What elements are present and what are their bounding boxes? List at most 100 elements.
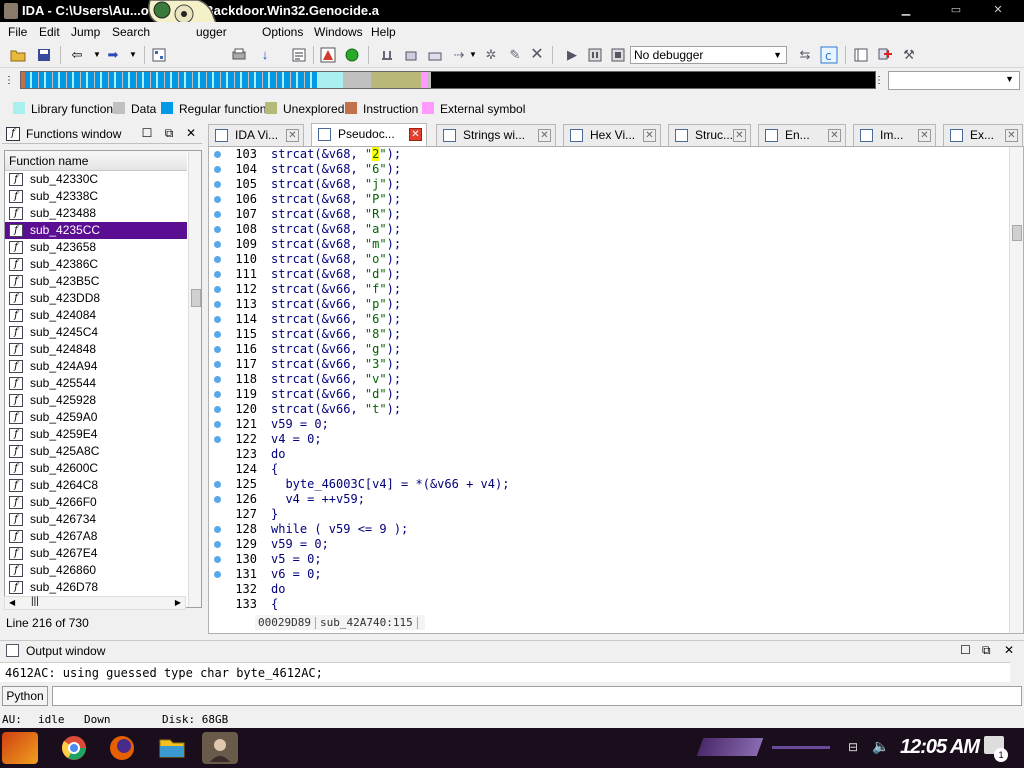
breakpoint-dot[interactable] [214,196,221,203]
warning-icon[interactable] [319,46,337,64]
functions-vertical-scrollbar[interactable] [188,151,201,607]
segment-select[interactable]: ▼ [888,71,1020,90]
code-line[interactable]: 120 strcat(&v66, "t"); [209,402,1009,417]
breakpoint-dot[interactable] [214,541,221,548]
save-icon[interactable] [35,46,53,64]
command-input[interactable] [52,686,1022,706]
close-tab-icon[interactable]: ✕ [286,129,299,142]
breakpoint-dot[interactable] [214,166,221,173]
firefox-icon[interactable] [104,732,140,764]
minimize-button[interactable]: ▁ [888,2,924,18]
start-button[interactable] [2,732,38,764]
chrome-icon[interactable] [56,732,92,764]
code-line[interactable]: 121 v59 = 0; [209,417,1009,432]
tab-strings[interactable]: Strings wi... ✕ [436,124,556,146]
function-row[interactable]: f sub_4235CC [5,222,187,239]
back-arrow-icon[interactable]: ⇦ [68,46,86,64]
function-row[interactable]: f sub_426860 [5,562,187,579]
breakpoint-dot[interactable] [214,421,221,428]
function-row[interactable]: f sub_42386C [5,256,187,273]
file-explorer-icon[interactable] [154,732,190,764]
breakpoint-dot[interactable] [214,481,221,488]
function-row[interactable]: f sub_424A94 [5,358,187,375]
code-line[interactable]: 122 v4 = 0; [209,432,1009,447]
forward-arrow-icon[interactable]: ➡ [104,46,122,64]
close-panel-icon[interactable]: ✕ [184,126,198,140]
network-icon[interactable]: ⊟ [848,740,858,754]
navigation-band[interactable] [20,71,876,89]
restore-panel-icon[interactable]: ☐ [140,126,154,140]
code-vertical-scrollbar[interactable] [1009,147,1023,633]
function-row[interactable]: f sub_4267A8 [5,528,187,545]
close-tab-icon[interactable]: ✕ [409,128,422,141]
functions-horizontal-scrollbar[interactable]: ◀ ||| ▶ [4,596,186,610]
function-row[interactable]: f sub_42600C [5,460,187,477]
code-line[interactable]: 113 strcat(&v66, "p"); [209,297,1009,312]
breakpoint-dot[interactable] [214,211,221,218]
code-line[interactable]: 112 strcat(&v66, "f"); [209,282,1009,297]
code-line[interactable]: 124 { [209,462,1009,477]
forward-dropdown-icon[interactable]: ▼ [124,46,142,64]
breakpoint-dot[interactable] [214,241,221,248]
struct-tool-icon[interactable] [402,46,420,64]
function-row[interactable]: f sub_424848 [5,341,187,358]
code-line[interactable]: 105 strcat(&v68, "j"); [209,177,1009,192]
float-panel-icon[interactable]: ⧉ [982,643,991,658]
close-tab-icon[interactable]: ✕ [643,129,656,142]
menu-options[interactable]: Options [262,25,303,39]
breakpoint-dot[interactable] [214,226,221,233]
function-row[interactable]: f sub_425544 [5,375,187,392]
breakpoint-dot[interactable] [214,556,221,563]
function-row[interactable]: f sub_42330C [5,171,187,188]
function-row[interactable]: f sub_42338C [5,188,187,205]
xref-dropdown-icon[interactable]: ▼ [464,46,482,64]
pause-debug-icon[interactable] [586,46,604,64]
tab-structures[interactable]: Struc... ✕ [668,124,751,146]
breakpoint-dot[interactable] [214,496,221,503]
function-row[interactable]: f sub_4267E4 [5,545,187,562]
code-line[interactable]: 123 do [209,447,1009,462]
close-button[interactable]: ✕ [980,2,1016,18]
breakpoint-dot[interactable] [214,286,221,293]
code-line[interactable]: 115 strcat(&v66, "8"); [209,327,1009,342]
menu-file[interactable]: File [8,25,27,39]
stop-debug-icon[interactable] [609,46,627,64]
close-tab-icon[interactable]: ✕ [733,129,746,142]
code-line[interactable]: 116 strcat(&v66, "g"); [209,342,1009,357]
tab-imports[interactable]: Im... ✕ [853,124,936,146]
code-line[interactable]: 129 v59 = 0; [209,537,1009,552]
tab-enums[interactable]: En... ✕ [758,124,846,146]
function-tool-icon[interactable] [378,46,396,64]
code-line[interactable]: 107 strcat(&v68, "R"); [209,207,1009,222]
function-row[interactable]: f sub_4266F0 [5,494,187,511]
function-row[interactable]: f sub_423B5C [5,273,187,290]
code-line[interactable]: 131 v6 = 0; [209,567,1009,582]
code-line[interactable]: 133 { [209,597,1009,612]
code-line[interactable]: 132 do [209,582,1009,597]
breakpoint-dot[interactable] [214,436,221,443]
breakpoint-dot[interactable] [214,526,221,533]
function-row[interactable]: f sub_4259E4 [5,426,187,443]
print-icon[interactable] [230,46,248,64]
code-line[interactable]: 118 strcat(&v66, "v"); [209,372,1009,387]
function-row[interactable]: f sub_4259A0 [5,409,187,426]
breakpoint-dot[interactable] [214,181,221,188]
code-line[interactable]: 117 strcat(&v66, "3"); [209,357,1009,372]
breakpoint-dot[interactable] [214,151,221,158]
tab-exports[interactable]: Ex... ✕ [943,124,1023,146]
debug-c-icon[interactable]: c [820,46,838,64]
code-line[interactable]: 110 strcat(&v68, "o"); [209,252,1009,267]
start-debug-icon[interactable]: ▶ [563,46,581,64]
code-tool-icon[interactable] [426,46,444,64]
breakpoint-dot[interactable] [214,256,221,263]
function-row[interactable]: f sub_425A8C [5,443,187,460]
breakpoint-dot[interactable] [214,406,221,413]
debug-step-icon[interactable]: ⇆ [796,46,814,64]
close-tab-icon[interactable]: ✕ [1005,129,1018,142]
code-line[interactable]: 130 v5 = 0; [209,552,1009,567]
edit-tool-icon[interactable]: ✎ [506,46,524,64]
code-line[interactable]: 114 strcat(&v66, "6"); [209,312,1009,327]
restore-panel-icon[interactable]: ☐ [960,643,971,657]
close-panel-icon[interactable]: ✕ [1004,643,1014,657]
tab-ida-view[interactable]: IDA Vi... ✕ [208,124,304,146]
